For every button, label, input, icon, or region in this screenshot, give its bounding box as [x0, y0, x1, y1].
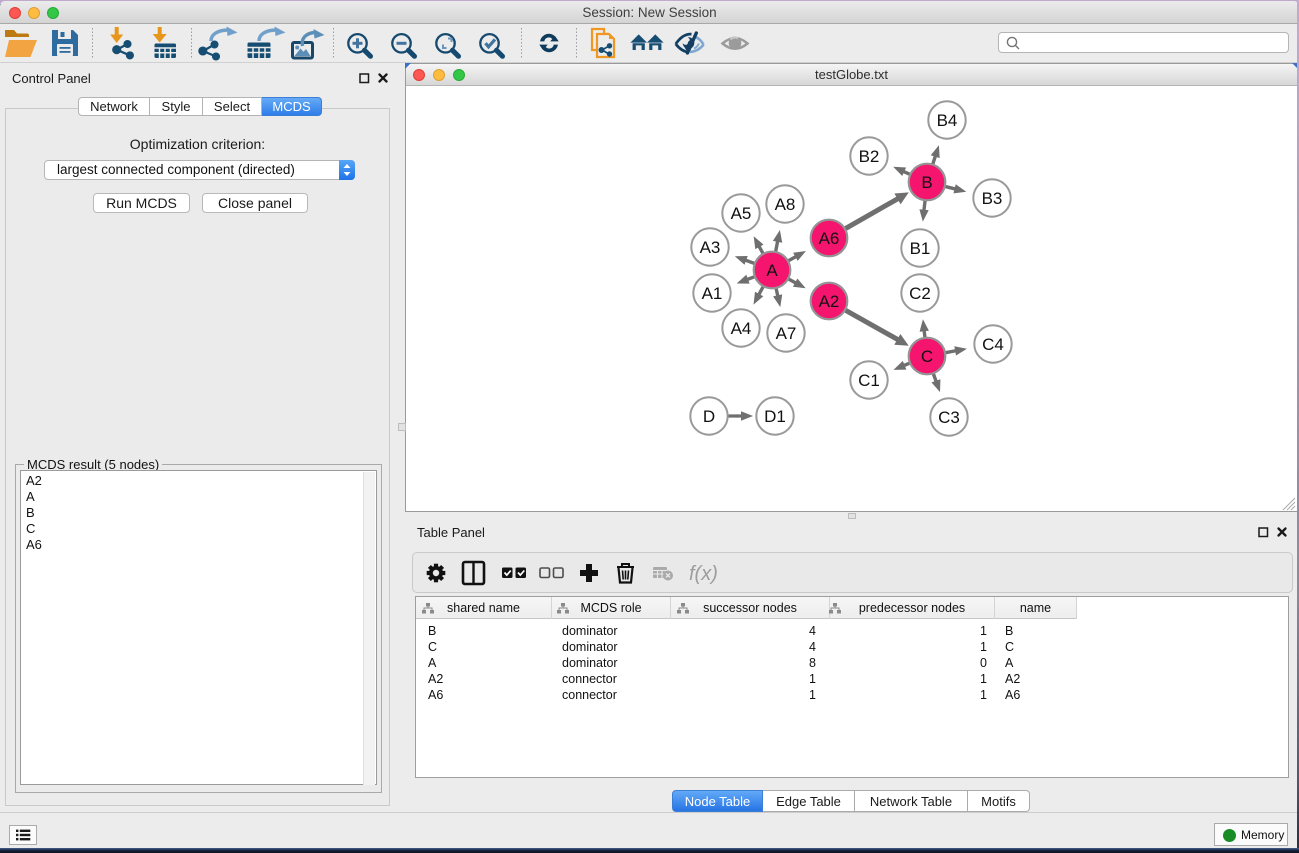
- svg-text:A8: A8: [775, 195, 796, 214]
- svg-text:D: D: [703, 407, 715, 426]
- svg-text:D1: D1: [764, 407, 786, 426]
- svg-text:A4: A4: [731, 319, 752, 338]
- svg-text:C2: C2: [909, 284, 931, 303]
- svg-text:C1: C1: [858, 371, 880, 390]
- svg-text:A7: A7: [776, 324, 797, 343]
- svg-text:A3: A3: [700, 238, 721, 257]
- svg-text:B4: B4: [937, 111, 958, 130]
- svg-text:C: C: [921, 347, 933, 366]
- svg-text:A6: A6: [819, 229, 840, 248]
- svg-text:C3: C3: [938, 408, 960, 427]
- svg-text:B: B: [921, 173, 932, 192]
- svg-text:A1: A1: [702, 284, 723, 303]
- svg-text:B2: B2: [859, 147, 880, 166]
- svg-text:B1: B1: [910, 239, 931, 258]
- svg-text:C4: C4: [982, 335, 1004, 354]
- svg-text:A2: A2: [819, 292, 840, 311]
- svg-text:A5: A5: [731, 204, 752, 223]
- svg-text:A: A: [766, 261, 778, 280]
- svg-text:B3: B3: [982, 189, 1003, 208]
- svg-text:f(x): f(x): [689, 563, 718, 585]
